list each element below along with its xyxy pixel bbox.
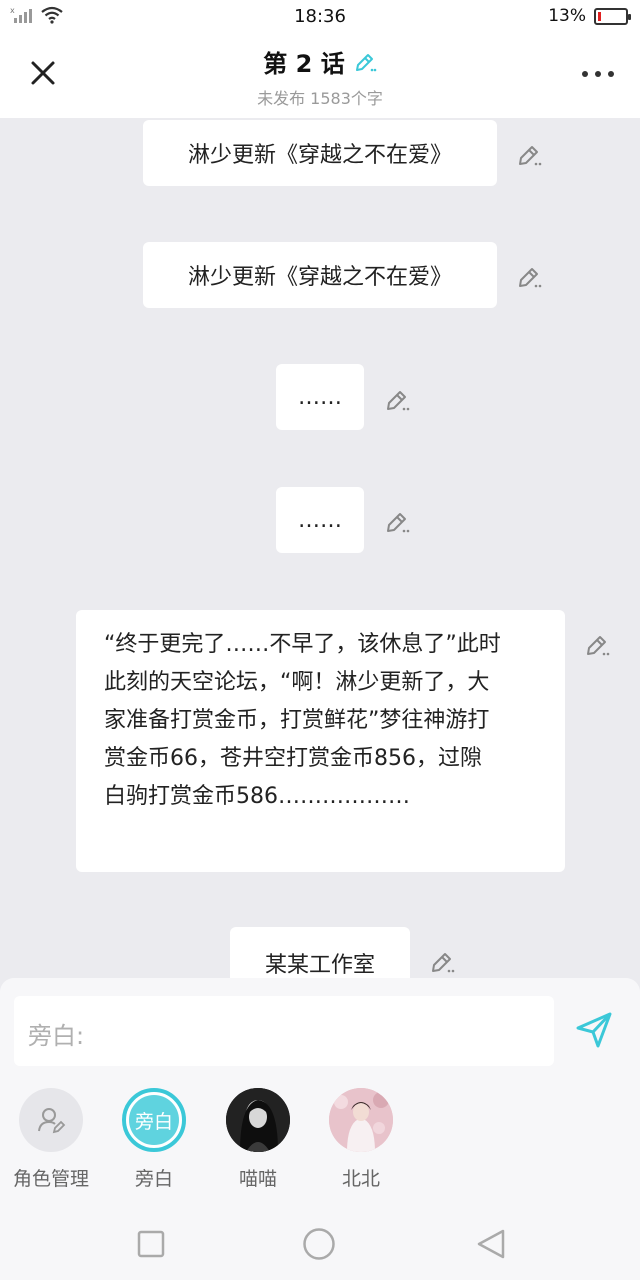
role-narrator[interactable]: 旁白 旁白 <box>99 1088 209 1191</box>
header: 第 2 话 未发布 1583个字 <box>0 34 640 118</box>
avatar-photo <box>329 1088 393 1152</box>
status-time: 18:36 <box>294 6 346 27</box>
edit-message-icon[interactable] <box>516 142 542 168</box>
role-label: 旁白 <box>134 1168 173 1190</box>
chapter-title[interactable]: 第 2 话 <box>263 44 377 79</box>
message-line: 赏金币66，苍井空打赏金币856，过隙 <box>104 746 482 771</box>
send-icon[interactable] <box>574 1010 614 1050</box>
avatar-photo <box>226 1088 290 1152</box>
role-manage-icon <box>19 1088 83 1152</box>
home-icon[interactable] <box>302 1227 336 1261</box>
message-bubble[interactable]: 淋少更新《穿越之不在爱》 <box>143 120 497 186</box>
edit-title-icon[interactable] <box>353 50 377 74</box>
role-label: 北北 <box>341 1168 380 1190</box>
role-miaomiao[interactable]: 喵喵 <box>203 1088 313 1191</box>
narrator-avatar: 旁白 <box>122 1088 186 1152</box>
edit-message-icon[interactable] <box>429 949 455 975</box>
message-bubble[interactable]: 淋少更新《穿越之不在爱》 <box>143 242 497 308</box>
message-text: …… <box>298 384 342 410</box>
role-beibei[interactable]: 北北 <box>306 1088 416 1191</box>
message-text: …… <box>298 507 342 533</box>
message-line: “终于更完了……不早了，该休息了”此时 <box>104 632 501 657</box>
message-bubble[interactable]: …… <box>276 364 364 430</box>
chat-area[interactable]: 淋少更新《穿越之不在爱》 淋少更新《穿越之不在爱》 …… …… “终于更完了……… <box>0 118 640 978</box>
message-line: 白驹打赏金币586……………… <box>104 784 410 809</box>
more-options-icon[interactable] <box>582 62 614 86</box>
message-line: 家准备打赏金币，打赏鲜花”梦往神游打 <box>104 708 490 733</box>
chapter-subtitle: 未发布 1583个字 <box>257 89 383 108</box>
recent-apps-icon[interactable] <box>137 1230 165 1258</box>
message-text: 淋少更新《穿越之不在爱》 <box>187 143 452 168</box>
system-nav-bar <box>0 1206 640 1280</box>
message-bubble[interactable]: …… <box>276 487 364 553</box>
edit-message-icon[interactable] <box>516 264 542 290</box>
status-bar: x 18:36 13% <box>0 0 640 34</box>
narrator-avatar-text: 旁白 <box>129 1095 179 1145</box>
input-panel: 旁白: 角色管理 旁白 旁白 喵喵 北北 <box>0 978 640 1206</box>
title-block: 第 2 话 未发布 1583个字 <box>0 44 640 109</box>
message-text: 淋少更新《穿越之不在爱》 <box>187 265 452 290</box>
role-label: 角色管理 <box>12 1168 89 1190</box>
role-manage[interactable]: 角色管理 <box>0 1088 106 1191</box>
edit-message-icon[interactable] <box>584 632 610 658</box>
message-text: 某某工作室 <box>264 953 375 978</box>
edit-message-icon[interactable] <box>384 509 410 535</box>
status-right: 13% <box>548 6 631 26</box>
role-selector: 角色管理 旁白 旁白 喵喵 北北 <box>0 1086 640 1196</box>
message-line: 此刻的天空论坛，“啊！淋少更新了，大 <box>104 670 490 695</box>
message-bubble[interactable]: 某某工作室 <box>230 927 410 978</box>
message-bubble-long[interactable]: “终于更完了……不早了，该休息了”此时 此刻的天空论坛，“啊！淋少更新了，大 家… <box>76 610 565 872</box>
dialogue-input[interactable]: 旁白: <box>14 996 554 1066</box>
edit-message-icon[interactable] <box>384 387 410 413</box>
battery-icon <box>594 7 631 25</box>
battery-percent: 13% <box>548 6 586 26</box>
chapter-title-text: 第 2 话 <box>263 50 345 78</box>
back-icon[interactable] <box>476 1228 506 1260</box>
role-label: 喵喵 <box>238 1168 277 1190</box>
